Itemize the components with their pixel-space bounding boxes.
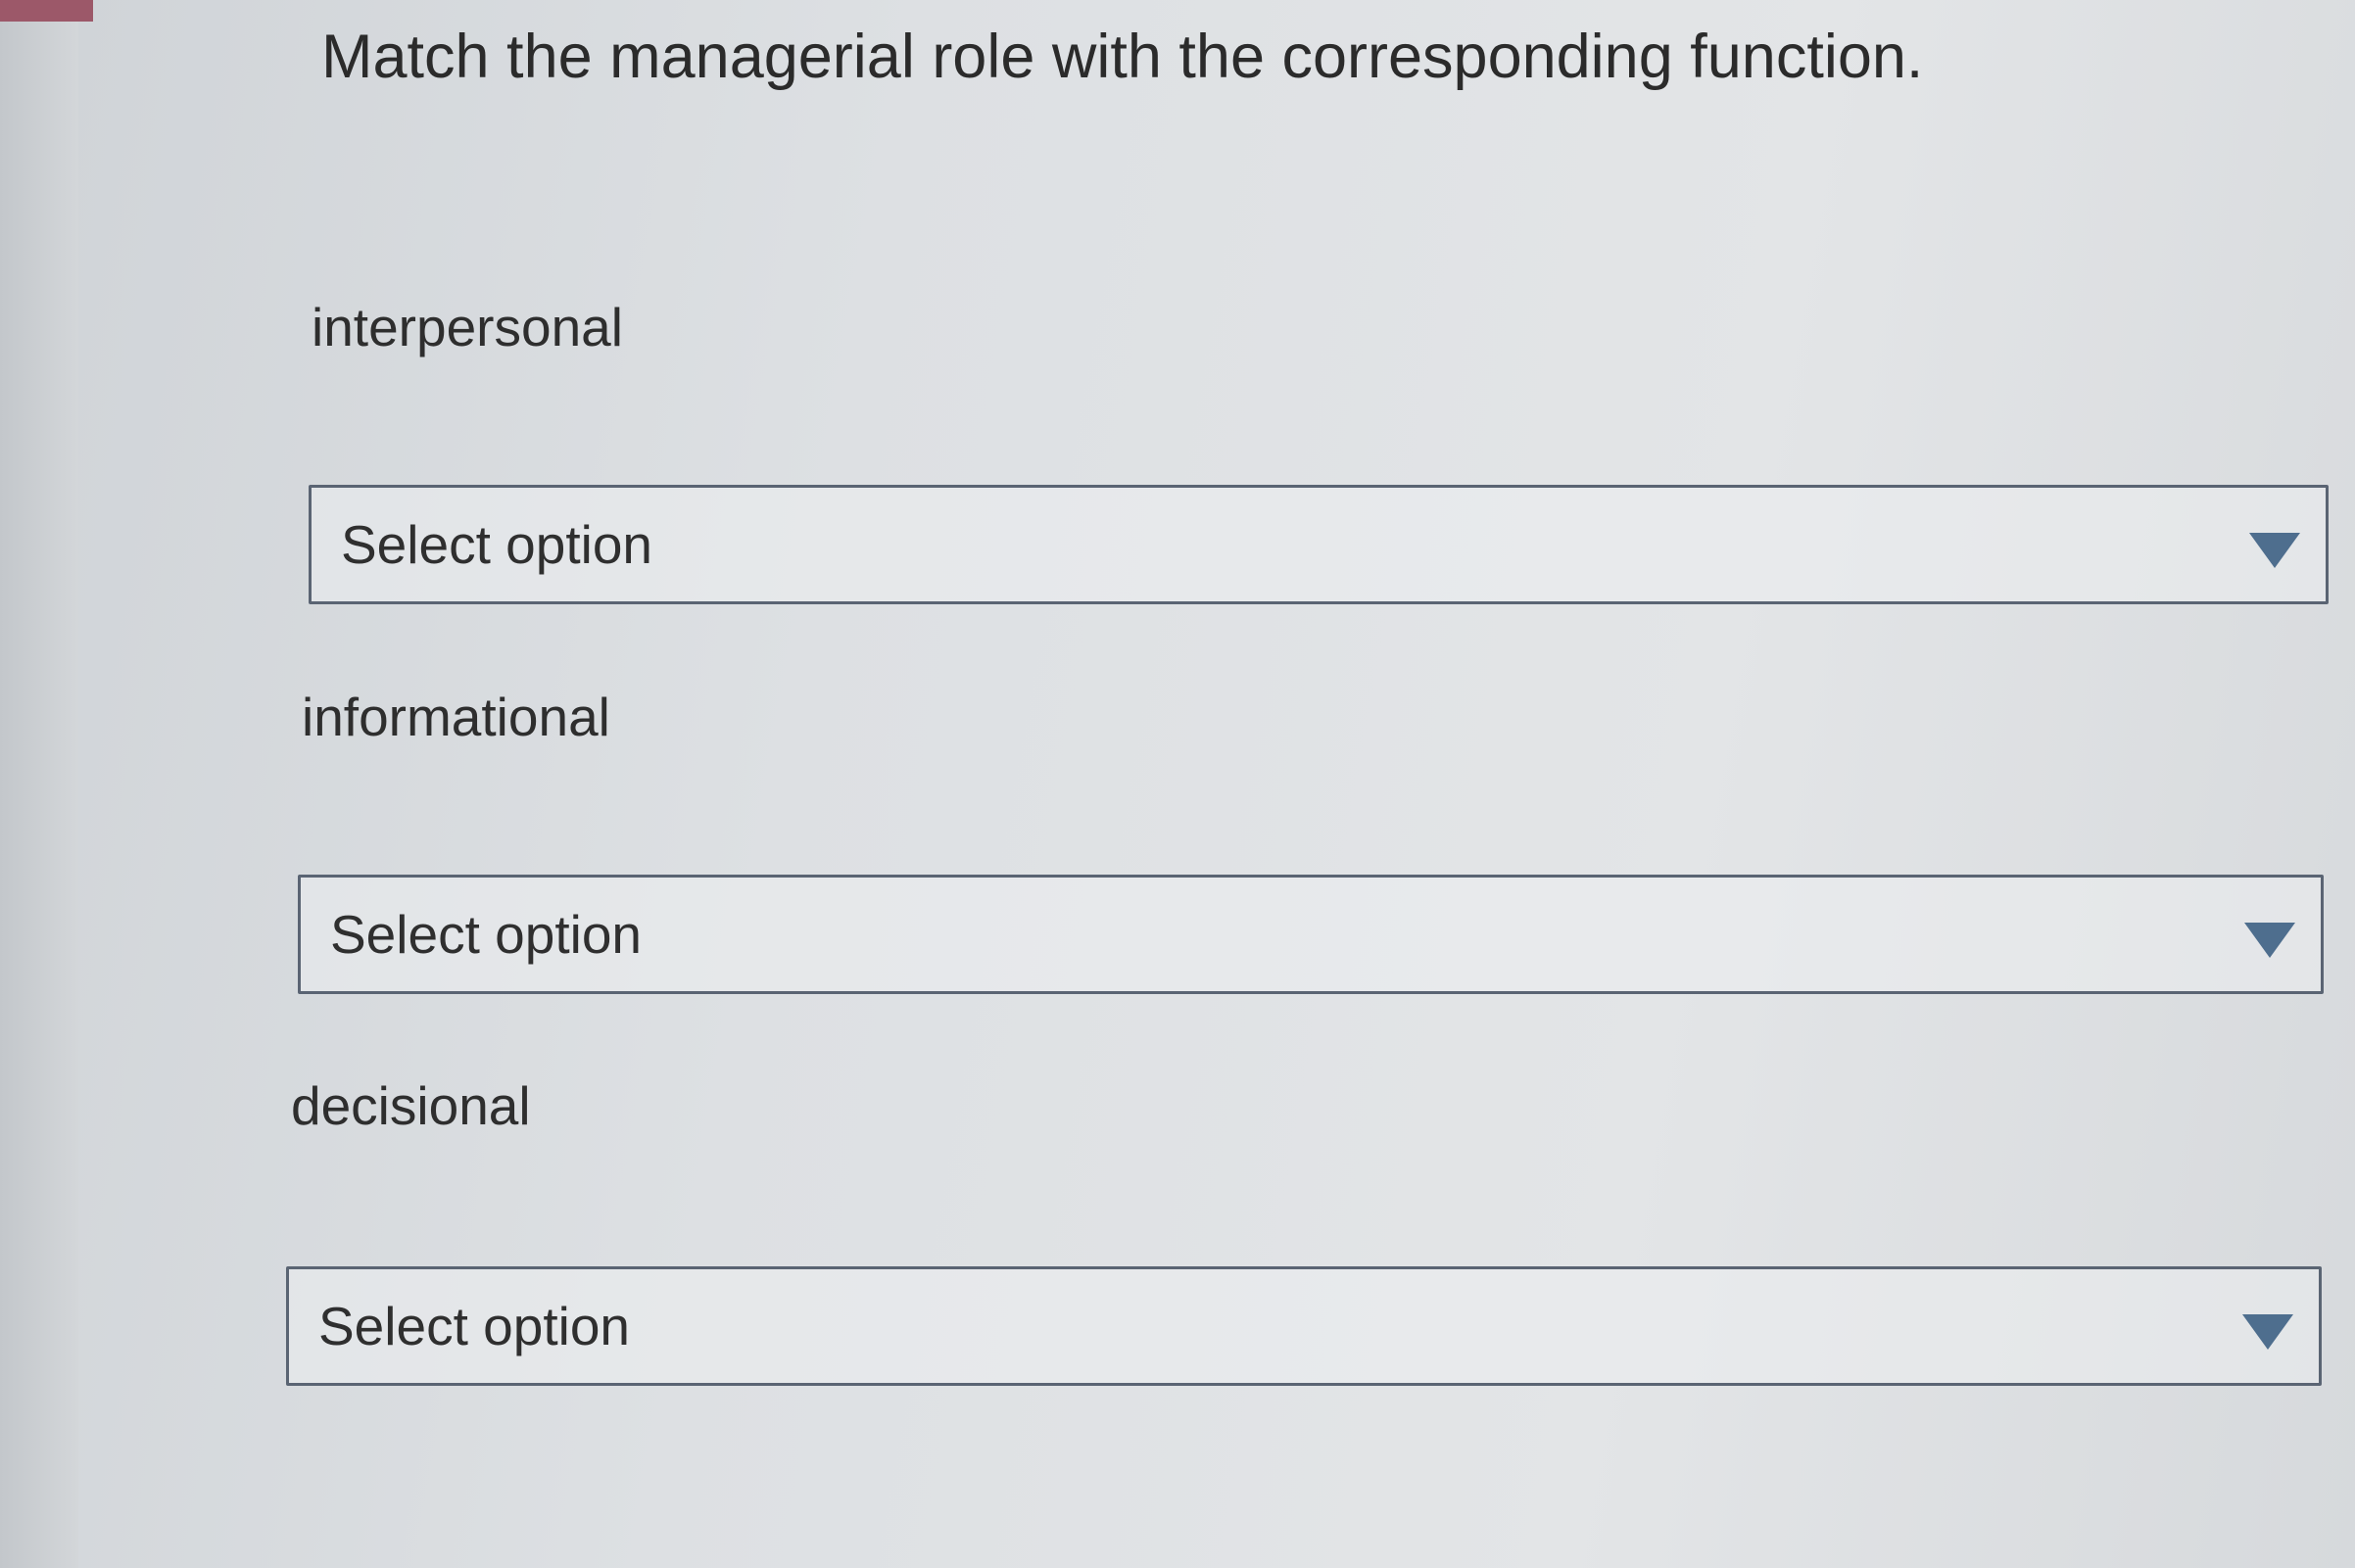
top-accent-bar xyxy=(0,0,93,22)
select-value: Select option xyxy=(318,1296,630,1356)
select-value: Select option xyxy=(341,514,652,575)
question-prompt: Match the managerial role with the corre… xyxy=(321,23,1924,91)
caret-down-icon xyxy=(2244,923,2295,958)
role-label-interpersonal: interpersonal xyxy=(312,297,623,357)
role-select-decisional[interactable]: Select option xyxy=(286,1266,2322,1386)
select-value: Select option xyxy=(330,904,642,965)
caret-down-icon xyxy=(2242,1314,2293,1350)
left-panel-edge xyxy=(0,0,78,1568)
role-label-decisional: decisional xyxy=(291,1075,531,1136)
role-select-interpersonal[interactable]: Select option xyxy=(309,485,2329,604)
question-screen: Match the managerial role with the corre… xyxy=(0,0,2355,1568)
role-label-informational: informational xyxy=(302,687,610,747)
role-select-informational[interactable]: Select option xyxy=(298,875,2324,994)
caret-down-icon xyxy=(2249,533,2300,568)
